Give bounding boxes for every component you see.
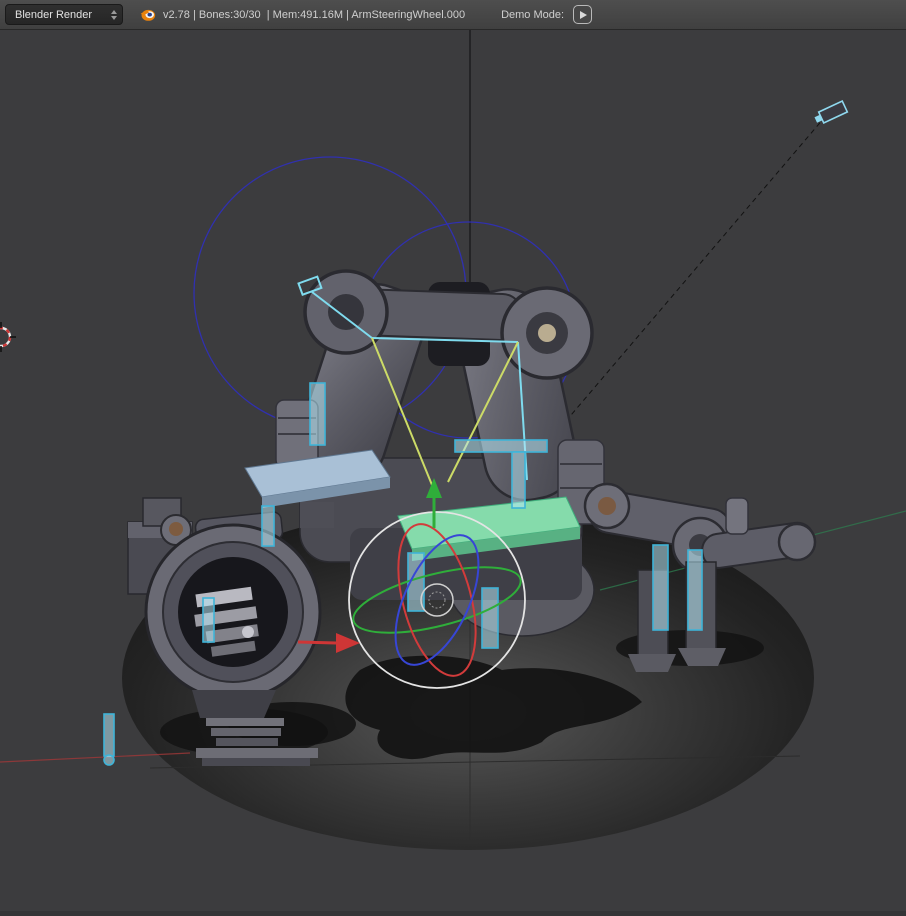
- blender-logo-icon: [139, 6, 156, 23]
- render-engine-label: Blender Render: [15, 9, 92, 21]
- status-text: v2.78 | Bones:30/30 | Mem:491.16M | ArmS…: [163, 9, 465, 21]
- viewport-scene: [0, 30, 906, 916]
- play-icon: [580, 11, 587, 19]
- demo-play-button[interactable]: [573, 5, 592, 24]
- blender-window: Blender Render v2.78 | Bones:30/30 | Mem…: [0, 0, 906, 916]
- info-bar: Blender Render v2.78 | Bones:30/30 | Mem…: [0, 0, 906, 30]
- viewport-bottom-edge: [0, 911, 906, 916]
- 3d-viewport[interactable]: [0, 30, 906, 916]
- render-engine-dropdown[interactable]: Blender Render: [5, 4, 123, 25]
- dropdown-stepper-icon[interactable]: [111, 10, 117, 20]
- demo-mode-label: Demo Mode:: [501, 9, 564, 21]
